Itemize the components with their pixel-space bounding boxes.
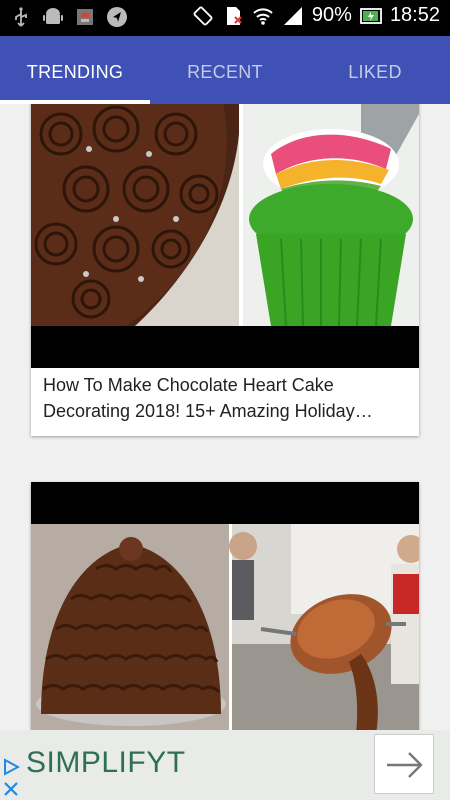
ad-brand[interactable]: SIMPLIFYT: [26, 746, 186, 780]
ad-banner[interactable]: SIMPLIFYT: [0, 730, 450, 800]
battery-icon: [360, 7, 382, 24]
tab-bar: TRENDING RECENT LIKED: [0, 36, 450, 104]
rotate-icon: [193, 6, 213, 25]
clock: 18:52: [389, 4, 440, 26]
video-list[interactable]: How To Make Chocolate Heart Cake Decorat…: [0, 104, 450, 730]
status-right-icons: 90% 18:52: [192, 4, 440, 27]
status-left-icons: [10, 6, 128, 28]
video-title[interactable]: How To Make Chocolate Heart Cake Decorat…: [43, 372, 411, 424]
arrow-right-icon: [387, 752, 423, 778]
thumbnail-letterbox: [31, 482, 419, 524]
no-sim-icon: [226, 6, 242, 25]
wifi-icon: [253, 7, 273, 25]
ad-open-button[interactable]: [374, 734, 434, 794]
play-triangle-icon[interactable]: [2, 758, 20, 776]
video-card[interactable]: [31, 482, 419, 730]
android-icon: [43, 8, 63, 24]
navigation-icon: [107, 7, 127, 27]
signal-icon: [283, 6, 302, 25]
video-thumbnail[interactable]: [31, 524, 419, 730]
tab-liked[interactable]: LIKED: [300, 36, 450, 104]
sim-alert-icon: [77, 9, 93, 25]
close-icon[interactable]: [2, 780, 20, 798]
tab-recent[interactable]: RECENT: [150, 36, 300, 104]
tab-trending[interactable]: TRENDING: [0, 36, 150, 104]
thumbnail-letterbox: [31, 326, 419, 368]
battery-percent: 90%: [311, 4, 352, 26]
usb-icon: [15, 7, 27, 27]
status-bar: 90% 18:52: [0, 0, 450, 36]
video-thumbnail[interactable]: [31, 104, 419, 326]
video-card[interactable]: How To Make Chocolate Heart Cake Decorat…: [31, 104, 419, 436]
